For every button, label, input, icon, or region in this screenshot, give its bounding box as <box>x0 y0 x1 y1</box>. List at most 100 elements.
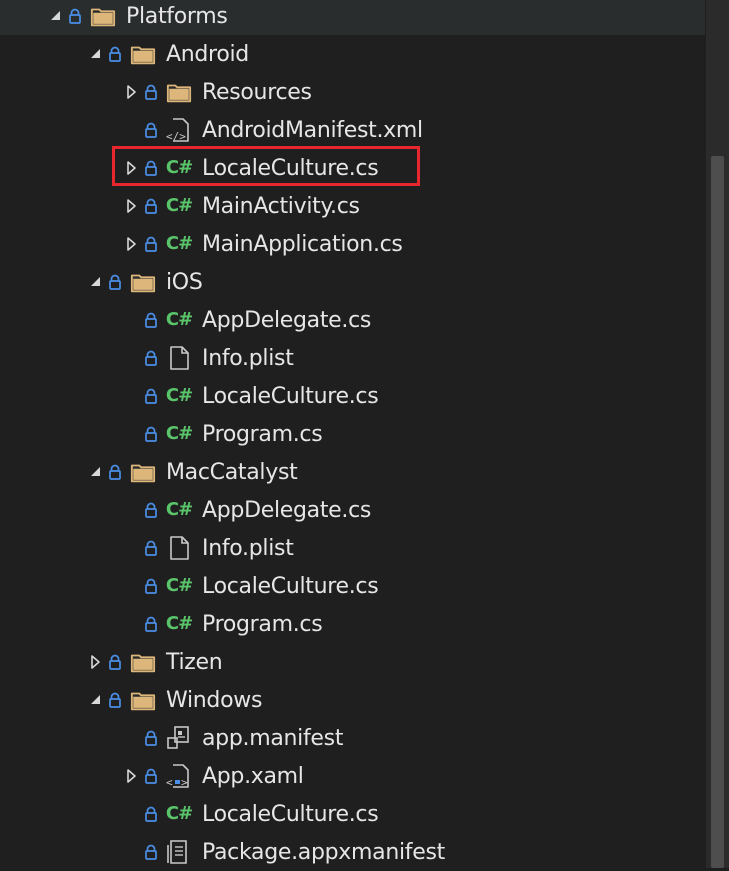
tree-item-label: AppDelegate.cs <box>202 307 372 333</box>
tree-item-label: AndroidManifest.xml <box>202 117 423 143</box>
lock-icon <box>144 426 158 442</box>
tree-item-label: Tizen <box>166 649 223 675</box>
tree-item[interactable]: C# LocaleCulture.cs <box>0 795 705 833</box>
tree-item[interactable]: iOS <box>0 263 705 301</box>
csharp-file-icon: C# <box>165 573 193 599</box>
tree-item[interactable]: Info.plist <box>0 339 705 377</box>
tree-item[interactable]: app.manifest <box>0 719 705 757</box>
lock-icon <box>144 388 158 404</box>
scrollbar-thumb[interactable] <box>711 156 724 868</box>
csharp-icon-text: C# <box>165 575 193 596</box>
tree-item[interactable]: < > App.xaml <box>0 757 705 795</box>
tree-item-label: MainActivity.cs <box>202 193 360 219</box>
expanded-arrow-icon[interactable] <box>88 692 104 708</box>
xml-file-icon: </> <box>166 117 192 143</box>
tree-item-label: iOS <box>166 269 203 295</box>
collapsed-arrow-icon[interactable] <box>124 768 140 784</box>
csharp-file-icon: C# <box>166 611 193 637</box>
csharp-icon-text: C# <box>165 803 193 824</box>
tree-item[interactable]: Info.plist <box>0 529 705 567</box>
csharp-file-icon: C# <box>166 307 193 333</box>
collapsed-arrow-icon[interactable] <box>124 236 140 252</box>
expanded-arrow-icon[interactable] <box>48 8 64 24</box>
tree-item[interactable]: C# AppDelegate.cs <box>0 491 705 529</box>
tree-item[interactable]: C# MainActivity.cs <box>0 187 705 225</box>
lock-icon <box>144 502 158 518</box>
folder-icon <box>130 269 156 295</box>
tree-item-label: LocaleCulture.cs <box>202 155 379 181</box>
csharp-file-icon: C# <box>166 231 193 257</box>
tree-item[interactable]: Windows <box>0 681 705 719</box>
file-icon <box>166 345 192 371</box>
tree-item-label: Resources <box>202 79 312 105</box>
csharp-icon-text: C# <box>165 385 193 406</box>
solution-explorer-tree: Platforms Android Resources </> AndroidManif… <box>0 0 705 868</box>
tree-item-label: MacCatalyst <box>166 459 298 485</box>
tree-item[interactable]: C# Program.cs <box>0 415 705 453</box>
tree-item-label: Info.plist <box>202 345 294 371</box>
tree-item[interactable]: Package.appxmanifest <box>0 833 705 871</box>
lock-icon <box>144 768 158 784</box>
manifest-file-icon <box>166 725 192 751</box>
lock-icon <box>144 198 158 214</box>
lock-icon <box>144 844 158 860</box>
lock-icon <box>144 160 158 176</box>
collapsed-arrow-icon[interactable] <box>124 84 140 100</box>
lock-icon <box>108 464 122 480</box>
tree-item[interactable]: Resources <box>0 73 705 111</box>
tree-item-label: app.manifest <box>202 725 344 751</box>
expanded-arrow-icon[interactable] <box>88 274 104 290</box>
tree-item-label: Windows <box>166 687 263 713</box>
collapsed-arrow-icon[interactable] <box>88 654 104 670</box>
folder-icon <box>130 459 156 485</box>
tree-item[interactable]: MacCatalyst <box>0 453 705 491</box>
lock-icon <box>144 540 158 556</box>
tree-list: Platforms Android Resources </> AndroidManif… <box>0 0 705 868</box>
tree-item[interactable]: C# Program.cs <box>0 605 705 643</box>
tree-item-label: Platforms <box>126 3 228 29</box>
tree-item[interactable]: Platforms <box>0 0 705 35</box>
lock-icon <box>144 312 158 328</box>
tree-item[interactable]: C# LocaleCulture.cs <box>0 567 705 605</box>
folder-icon <box>130 41 156 67</box>
lock-icon <box>144 806 158 822</box>
tree-item-label: LocaleCulture.cs <box>202 573 379 599</box>
tree-item-label: Program.cs <box>202 611 323 637</box>
lock-icon <box>144 350 158 366</box>
tree-item[interactable]: Tizen <box>0 643 705 681</box>
csharp-icon-text: C# <box>165 499 193 520</box>
tree-item-label: MainApplication.cs <box>202 231 403 257</box>
csharp-icon-text: C# <box>165 157 193 178</box>
tree-item-label: AppDelegate.cs <box>202 497 372 523</box>
collapsed-arrow-icon[interactable] <box>124 198 140 214</box>
tree-item[interactable]: C# LocaleCulture.cs <box>0 149 705 187</box>
tree-item-label: Info.plist <box>202 535 294 561</box>
lock-icon <box>144 122 158 138</box>
tree-item-label: LocaleCulture.cs <box>202 383 379 409</box>
lock-icon <box>144 236 158 252</box>
collapsed-arrow-icon[interactable] <box>124 160 140 176</box>
csharp-file-icon: C# <box>165 421 193 447</box>
expanded-arrow-icon[interactable] <box>88 46 104 62</box>
svg-text:<: < <box>166 776 173 789</box>
tree-item[interactable]: C# LocaleCulture.cs <box>0 377 705 415</box>
tree-item[interactable]: C# AppDelegate.cs <box>0 301 705 339</box>
csharp-icon-text: C# <box>165 195 193 216</box>
lock-icon <box>144 730 158 746</box>
expanded-arrow-icon[interactable] <box>88 464 104 480</box>
folder-icon <box>130 649 156 675</box>
tree-item[interactable]: Android <box>0 35 705 73</box>
csharp-file-icon: C# <box>165 801 193 827</box>
tree-item-label: Program.cs <box>202 421 323 447</box>
tree-item-label: Android <box>166 41 249 67</box>
lock-icon <box>144 84 158 100</box>
folder-icon <box>166 79 192 105</box>
tree-item-label: Package.appxmanifest <box>202 839 445 865</box>
vertical-scrollbar[interactable] <box>706 0 729 868</box>
folder-icon <box>90 3 116 29</box>
csharp-icon-text: C# <box>165 423 193 444</box>
tree-item[interactable]: C# MainApplication.cs <box>0 225 705 263</box>
tree-item[interactable]: </> AndroidManifest.xml <box>0 111 705 149</box>
lock-icon <box>108 654 122 670</box>
lock-icon <box>68 8 82 24</box>
